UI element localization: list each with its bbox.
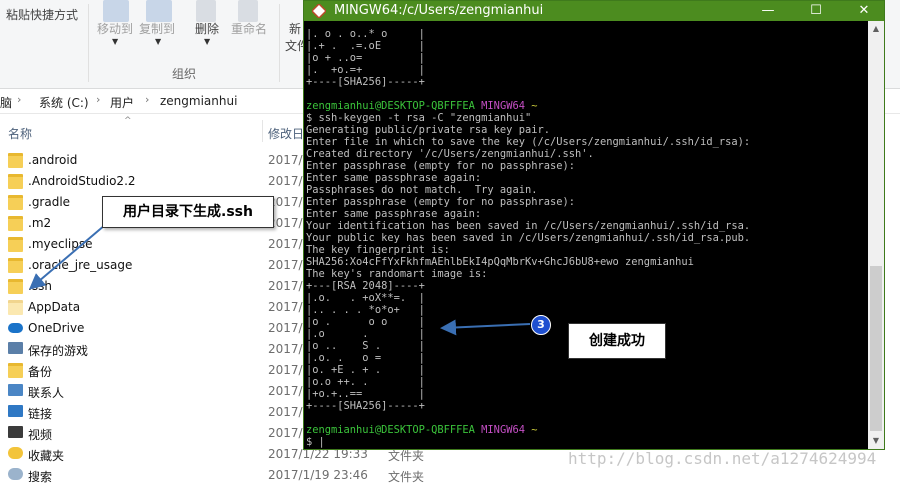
success-callout: 创建成功 bbox=[568, 323, 666, 359]
annotation-arrows bbox=[28, 224, 531, 336]
arrow-to-ssh-folder bbox=[28, 224, 106, 290]
watermark: http://blog.csdn.net/a1274624994 bbox=[568, 449, 877, 468]
arrow-to-randomart bbox=[440, 319, 531, 336]
step-number-badge: 3 bbox=[531, 315, 551, 335]
ssh-created-callout: 用户目录下生成.ssh bbox=[102, 196, 274, 228]
